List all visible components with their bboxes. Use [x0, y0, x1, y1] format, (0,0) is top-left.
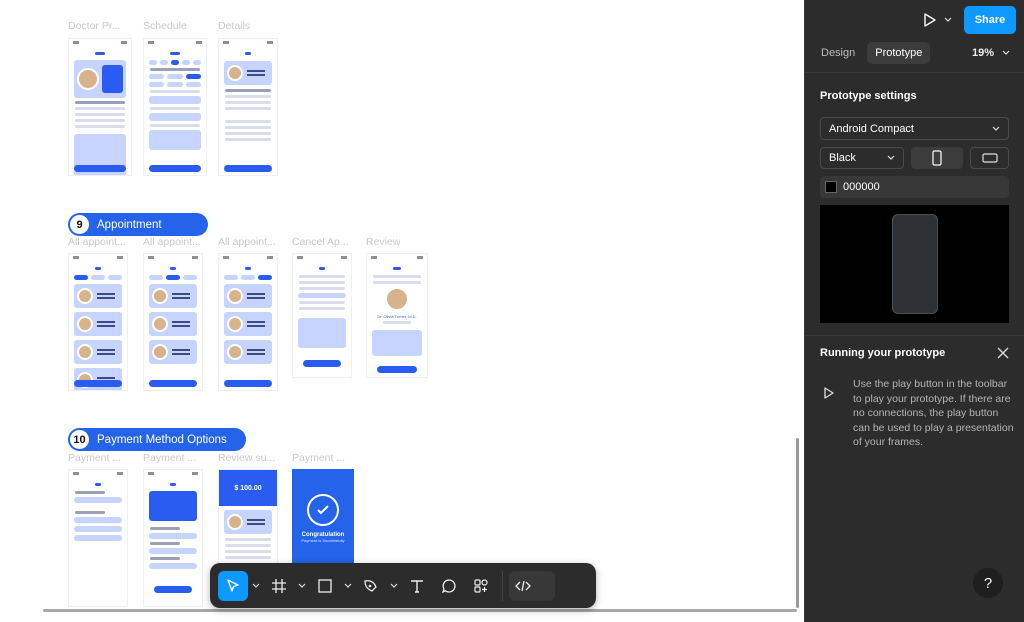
running-prototype-title: Running your prototype	[820, 347, 946, 359]
frame-payment-success[interactable]: Congratulation Payment is Successfully	[292, 469, 354, 569]
bottom-toolbar	[210, 563, 596, 608]
success-check-icon	[307, 494, 339, 526]
plugins-icon	[474, 578, 488, 593]
frame-label[interactable]: All appoint...	[143, 236, 213, 248]
background-color-value: 000000	[843, 181, 880, 193]
chevron-down-icon[interactable]	[296, 571, 308, 601]
model-color-value: Black	[829, 152, 856, 164]
payment-amount: $ 100.00	[234, 484, 262, 492]
frame-review[interactable]: Dr. Olivia Turner, M.D.	[366, 253, 428, 378]
frame-label[interactable]: All appoint...	[68, 236, 138, 248]
color-swatch[interactable]	[825, 181, 837, 193]
frame-label[interactable]: Payment ...	[143, 452, 213, 464]
device-value: Android Compact	[829, 122, 914, 135]
portrait-icon	[932, 150, 942, 166]
frame-label[interactable]: Details	[218, 20, 288, 32]
cursor-icon	[227, 578, 239, 592]
section-header-payment[interactable]: 10 Payment Method Options	[68, 428, 246, 451]
chevron-down-icon	[992, 126, 1000, 131]
section-title: Appointment	[97, 218, 162, 231]
vertical-scrollbar[interactable]	[796, 438, 799, 608]
landscape-orientation-button[interactable]	[970, 147, 1009, 169]
frame-payment-method[interactable]	[68, 469, 128, 607]
frame-label[interactable]: Payment ...	[292, 452, 362, 464]
frame-all-appointments-1[interactable]	[68, 253, 128, 391]
frame-all-appointments-3[interactable]	[218, 253, 278, 391]
device-select[interactable]: Android Compact	[820, 117, 1009, 140]
share-button[interactable]: Share	[964, 6, 1016, 34]
background-color-field[interactable]: 000000	[820, 176, 1009, 198]
text-icon	[411, 579, 423, 593]
chevron-down-icon[interactable]	[250, 571, 262, 601]
chevron-down-icon[interactable]	[388, 571, 400, 601]
properties-panel: Share Design Prototype 19% Prototype set…	[804, 0, 1024, 622]
review-doctor-name: Dr. Olivia Turner, M.D.	[377, 314, 417, 319]
frame-cancel-appointment[interactable]	[292, 253, 352, 378]
panel-divider	[805, 335, 1024, 336]
zoom-control[interactable]: 19%	[972, 47, 1016, 59]
shape-tool-button[interactable]	[310, 571, 340, 601]
panel-divider	[805, 72, 1024, 73]
text-tool-button[interactable]	[402, 571, 432, 601]
pen-tool-button[interactable]	[356, 571, 386, 601]
dev-mode-toggle[interactable]	[509, 570, 555, 601]
portrait-orientation-button[interactable]	[910, 147, 964, 169]
frame-label[interactable]: Schedule	[143, 20, 213, 32]
present-button[interactable]	[923, 12, 952, 28]
frame-label[interactable]: Payment ...	[68, 452, 138, 464]
section-number: 10	[70, 430, 89, 449]
congrats-subtitle: Payment is Successfully	[301, 538, 345, 543]
tab-design[interactable]: Design	[813, 42, 863, 64]
prototype-settings-title: Prototype settings	[820, 90, 917, 102]
play-icon	[824, 387, 834, 399]
frame-label[interactable]: Cancel Ap...	[292, 236, 362, 248]
code-icon	[515, 580, 531, 591]
comment-tool-button[interactable]	[434, 571, 464, 601]
close-icon[interactable]	[997, 347, 1009, 359]
section-header-appointment[interactable]: 9 Appointment	[68, 213, 208, 236]
frame-label[interactable]: Doctor Pr...	[68, 20, 138, 32]
play-icon	[924, 13, 936, 27]
section-number: 9	[70, 215, 89, 234]
model-color-select[interactable]: Black	[820, 147, 904, 169]
move-tool-button[interactable]	[218, 570, 248, 601]
frame-label[interactable]: Review su...	[218, 452, 288, 464]
landscape-icon	[981, 153, 998, 163]
pen-icon	[364, 579, 377, 592]
horizontal-scrollbar[interactable]	[43, 609, 797, 612]
chevron-down-icon	[1002, 50, 1010, 55]
design-canvas[interactable]: Doctor Pr... Schedule Details 9 Appointm…	[0, 0, 804, 622]
running-prototype-help: Use the play button in the toolbar to pl…	[853, 378, 1014, 449]
chevron-down-icon	[944, 17, 952, 22]
actions-tool-button[interactable]	[466, 571, 496, 601]
chevron-down-icon[interactable]	[342, 571, 354, 601]
chevron-down-icon	[887, 155, 895, 160]
tab-prototype[interactable]: Prototype	[867, 42, 931, 64]
frame-tool-button[interactable]	[264, 571, 294, 601]
frame-schedule[interactable]	[143, 38, 207, 176]
frame-details[interactable]	[218, 38, 278, 176]
phone-frame-icon	[891, 214, 938, 314]
frame-all-appointments-2[interactable]	[143, 253, 203, 391]
frame-doctor-profile[interactable]	[68, 38, 132, 176]
comment-icon	[441, 578, 456, 593]
help-button[interactable]: ?	[973, 568, 1003, 598]
device-preview	[820, 205, 1009, 323]
zoom-level: 19%	[971, 47, 994, 59]
toolbar-divider	[502, 570, 503, 601]
frame-review-summary[interactable]: $ 100.00	[218, 469, 278, 569]
frame-label[interactable]: Review	[366, 236, 436, 248]
frame-label[interactable]: All appoint...	[218, 236, 288, 248]
frame-add-card[interactable]	[143, 469, 203, 607]
rectangle-icon	[318, 578, 332, 593]
frame-icon	[272, 578, 286, 593]
section-title: Payment Method Options	[97, 433, 227, 446]
